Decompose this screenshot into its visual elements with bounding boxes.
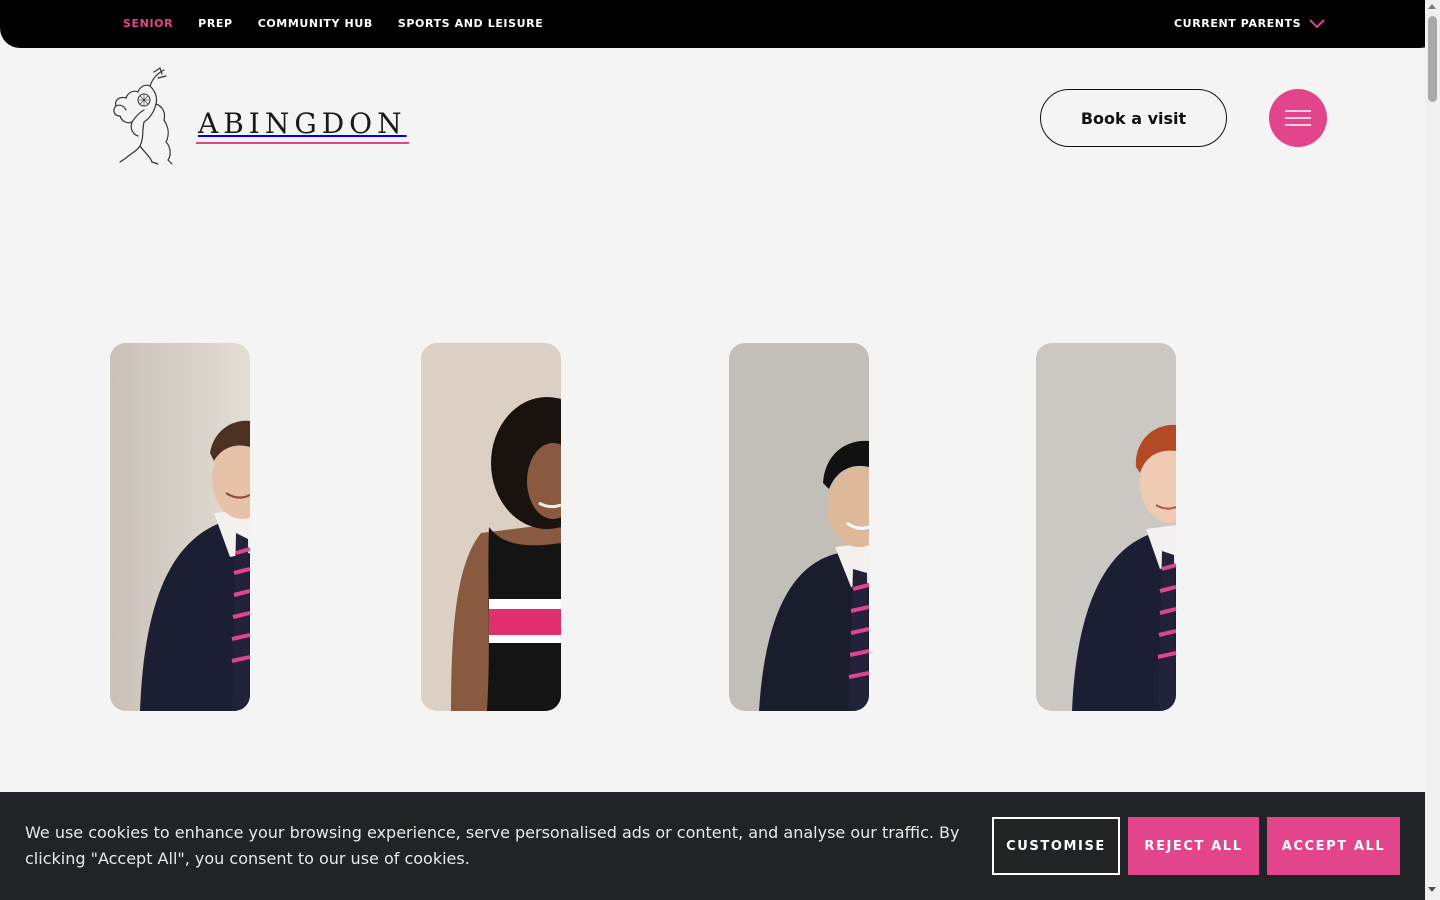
nav-senior[interactable]: SENIOR — [123, 17, 173, 30]
cookie-consent-banner: We use cookies to enhance your browsing … — [0, 792, 1425, 900]
top-utility-bar: SENIOR PREP COMMUNITY HUB SPORTS AND LEI… — [0, 0, 1440, 48]
nav-sports-and-leisure[interactable]: SPORTS AND LEISURE — [398, 17, 544, 30]
cookie-message: We use cookies to enhance your browsing … — [25, 823, 960, 868]
scroll-down-arrow-icon[interactable] — [1428, 887, 1436, 892]
nav-community-hub[interactable]: COMMUNITY HUB — [258, 17, 373, 30]
reject-all-button[interactable]: REJECT ALL — [1128, 817, 1259, 875]
student-portrait-2 — [421, 343, 561, 711]
school-switcher-nav: SENIOR PREP COMMUNITY HUB SPORTS AND LEI… — [123, 17, 543, 30]
book-a-visit-button[interactable]: Book a visit — [1040, 89, 1227, 147]
site-logo[interactable]: ABINGDON — [110, 66, 409, 168]
student-portrait-3 — [729, 343, 869, 711]
student-portrait-4 — [1036, 343, 1176, 711]
scrollbar-thumb[interactable] — [1428, 16, 1437, 102]
page-scrollbar[interactable] — [1425, 0, 1440, 900]
chevron-down-icon — [1309, 18, 1325, 28]
current-parents-dropdown[interactable]: CURRENT PARENTS — [1174, 17, 1325, 30]
current-parents-label: CURRENT PARENTS — [1174, 17, 1302, 30]
griffin-crest-icon — [113, 67, 173, 165]
student-portrait-1 — [110, 343, 250, 711]
customise-button[interactable]: CUSTOMISE — [992, 817, 1120, 875]
hamburger-icon — [1285, 110, 1311, 126]
menu-button[interactable] — [1269, 89, 1327, 147]
nav-prep[interactable]: PREP — [198, 17, 233, 30]
logo-wordmark: ABINGDON — [196, 107, 409, 144]
scroll-up-arrow-icon[interactable] — [1428, 4, 1436, 9]
accept-all-button[interactable]: ACCEPT ALL — [1267, 817, 1400, 875]
